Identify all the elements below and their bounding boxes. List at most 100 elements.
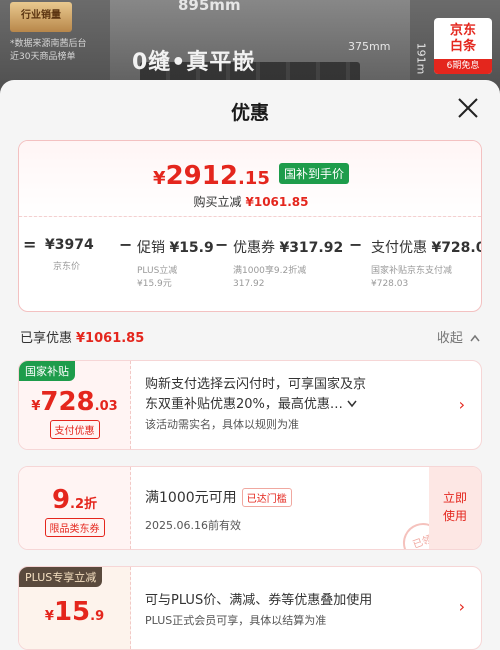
formula-term-value: ¥3974	[45, 237, 94, 253]
subsidy-amount-int: 728	[40, 387, 95, 417]
coupon-status-tag: 已达门槛	[241, 488, 292, 507]
saving-label: 购买立减	[193, 195, 242, 209]
subsidy-description: 购新支付选择云闪付时，可享国家及京 东双重补贴优惠20%，最高优惠… 该活动需实…	[145, 375, 366, 435]
formula-term-label: 支付优惠	[371, 240, 427, 256]
sheet-title: 优惠	[230, 102, 269, 124]
coupon-title: 满1000元可用	[145, 490, 237, 506]
formula-term-payment: 支付优惠 ¥728.0 国家补贴京东支付减 ¥728.03	[371, 237, 482, 291]
formula-term-value: 优惠券 ¥317.92	[233, 237, 343, 257]
banner-note: *数据来源南茜后台 近30天商品榜单	[10, 38, 120, 64]
formula-term-amount: ¥15.9	[169, 240, 214, 256]
plus-description: 可与PLUS价、满减、券等优惠叠加使用 PLUS正式会员可享，具体以结算为准	[145, 591, 372, 631]
plus-line1: 可与PLUS价、满减、券等优惠叠加使用	[145, 593, 373, 608]
coupon-discount-panel: 9.2折 限品类东券	[19, 467, 131, 549]
formula-term-sub: 京东价	[53, 262, 81, 272]
plus-currency: ¥	[44, 609, 54, 624]
plus-discount-card[interactable]: PLUS专享立减 ¥15.9 可与PLUS价、满减、券等优惠叠加使用 PLUS正…	[18, 566, 482, 650]
chevron-right-icon[interactable]: ›	[459, 395, 465, 414]
formula-term-sub1: 满1000享9.2折减	[233, 266, 307, 276]
discount-sheet: 优惠 ¥2912.15 国补到手价 购买立减 ¥1061.85 = ¥3974 京…	[0, 80, 500, 650]
coupon-description: 满1000元可用 已达门槛 2025.06.16前有效	[145, 487, 292, 533]
subsidy-corner-badge: 国家补贴	[19, 361, 75, 381]
formula-operator: =	[23, 235, 37, 254]
formula-term-amount: ¥728.0	[431, 240, 482, 256]
collapse-button[interactable]: 收起	[437, 327, 480, 346]
use-now-line1: 立即	[442, 491, 467, 505]
coupon-discount-int: 9	[51, 485, 71, 515]
subsidy-amount-dec: .03	[94, 399, 118, 414]
jd-baitiao-badge: 京东白条 6期免息	[434, 18, 492, 74]
formula-term-sub: 国家补贴京东支付减 ¥728.03	[371, 265, 481, 291]
plus-amount-panel: PLUS专享立减 ¥15.9	[19, 567, 131, 649]
final-price-area: ¥2912.15 国补到手价 购买立减 ¥1061.85	[19, 141, 481, 217]
formula-operator: −	[119, 235, 133, 254]
product-slogan: 0缝•真平嵌	[132, 50, 256, 75]
formula-term-coupon: 优惠券 ¥317.92 满1000享9.2折减 317.92	[233, 237, 343, 291]
close-icon[interactable]	[456, 96, 480, 120]
formula-term-sub: 满1000享9.2折减 317.92	[233, 265, 343, 291]
formula-term-sub: PLUS立减 ¥15.9元	[137, 265, 214, 291]
subsidy-currency: ¥	[31, 399, 41, 414]
coupon-expiry: 2025.06.16前有效	[145, 519, 241, 532]
chevron-down-icon[interactable]	[347, 400, 357, 408]
subsidy-tag: 支付优惠	[49, 420, 100, 439]
formula-term-label: 促销	[137, 240, 165, 256]
jd-badge-sub: 6期免息	[434, 59, 492, 74]
coupon-type-tag: 限品类东券	[44, 518, 105, 537]
plus-corner-badge: PLUS专享立减	[19, 567, 103, 587]
subsidy-line1: 购新支付选择云闪付时，可享国家及京	[145, 377, 367, 392]
collapse-label: 收起	[436, 331, 463, 346]
formula-term-value: 促销 ¥15.9	[137, 237, 214, 257]
formula-term-sub2: ¥728.03	[371, 279, 409, 289]
formula-operator: −	[215, 235, 229, 254]
jd-badge-title: 京东白条	[449, 23, 476, 54]
subsidy-line2: 东双重补贴优惠20%，最高优惠…	[145, 397, 343, 412]
final-price: ¥2912.15	[153, 161, 270, 191]
final-price-dec: .15	[237, 168, 270, 189]
formula-term-amount: ¥3974	[45, 237, 94, 253]
depth-label: 375mm	[348, 40, 391, 53]
formula-term-sub1: 国家补贴京东支付减	[371, 266, 453, 276]
banner-note-line1: *数据来源南茜后台	[10, 39, 87, 49]
final-price-tag: 国补到手价	[278, 163, 349, 184]
coupon-discount-unit: 折	[84, 497, 98, 512]
subsidy-amount-panel: 国家补贴 ¥728.03 支付优惠	[19, 361, 131, 449]
price-summary-card: ¥2912.15 国补到手价 购买立减 ¥1061.85 = ¥3974 京东价 …	[18, 140, 482, 312]
formula-term-sub2: ¥15.9元	[137, 279, 172, 289]
coupon-discount-dec: .2	[70, 497, 85, 512]
formula-term-jd-price: ¥3974 京东价	[45, 237, 94, 274]
plus-line2: PLUS正式会员可享，具体以结算为准	[145, 614, 327, 627]
formula-term-amount: ¥317.92	[279, 240, 344, 256]
coupon-card[interactable]: 9.2折 限品类东券 满1000元可用 已达门槛 2025.06.16前有效 已…	[18, 466, 482, 550]
coupon-title-row: 满1000元可用 已达门槛	[145, 487, 292, 507]
final-price-currency: ¥	[153, 168, 166, 189]
saving-row: 购买立减 ¥1061.85	[19, 193, 481, 210]
width-label: 895mm	[178, 0, 241, 14]
formula-term-promo: 促销 ¥15.9 PLUS立减 ¥15.9元	[137, 237, 214, 291]
subsidy-line3: 该活动需实名，具体以规则为准	[145, 418, 299, 431]
applied-amount: ¥1061.85	[76, 331, 145, 346]
formula-term-label: 优惠券	[233, 240, 275, 256]
final-price-row: ¥2912.15 国补到手价	[19, 161, 481, 191]
price-formula: = ¥3974 京东价 − 促销 ¥15.9 PLUS立减 ¥15.9元 − 优惠…	[19, 227, 482, 307]
saving-amount: ¥1061.85	[245, 195, 309, 209]
formula-term-sub2: 317.92	[233, 279, 265, 289]
chevron-right-icon[interactable]: ›	[459, 597, 465, 616]
plus-amount-dec: .9	[90, 609, 105, 624]
applied-label: 已享优惠	[20, 331, 73, 346]
subsidy-card[interactable]: 国家补贴 ¥728.03 支付优惠 购新支付选择云闪付时，可享国家及京 东双重补…	[18, 360, 482, 450]
rank-badge: 行业销量	[10, 2, 72, 32]
height-label: 191m	[414, 42, 428, 75]
chevron-up-icon	[470, 334, 480, 342]
coupon-discount: 9.2折	[19, 467, 130, 515]
final-price-int: 2912	[165, 161, 238, 191]
use-now-line2: 使用	[442, 509, 467, 523]
formula-operator: −	[349, 235, 363, 254]
formula-term-sub1: PLUS立减	[137, 266, 178, 276]
formula-term-value: 支付优惠 ¥728.0	[371, 237, 482, 257]
plus-amount-int: 15	[53, 597, 91, 627]
applied-discount: 已享优惠 ¥1061.85	[20, 327, 144, 346]
subsidy-line2-row: 东双重补贴优惠20%，最高优惠…	[145, 395, 366, 415]
use-now-button[interactable]: 立即 使用	[429, 467, 481, 549]
banner-note-line2: 近30天商品榜单	[10, 52, 76, 62]
